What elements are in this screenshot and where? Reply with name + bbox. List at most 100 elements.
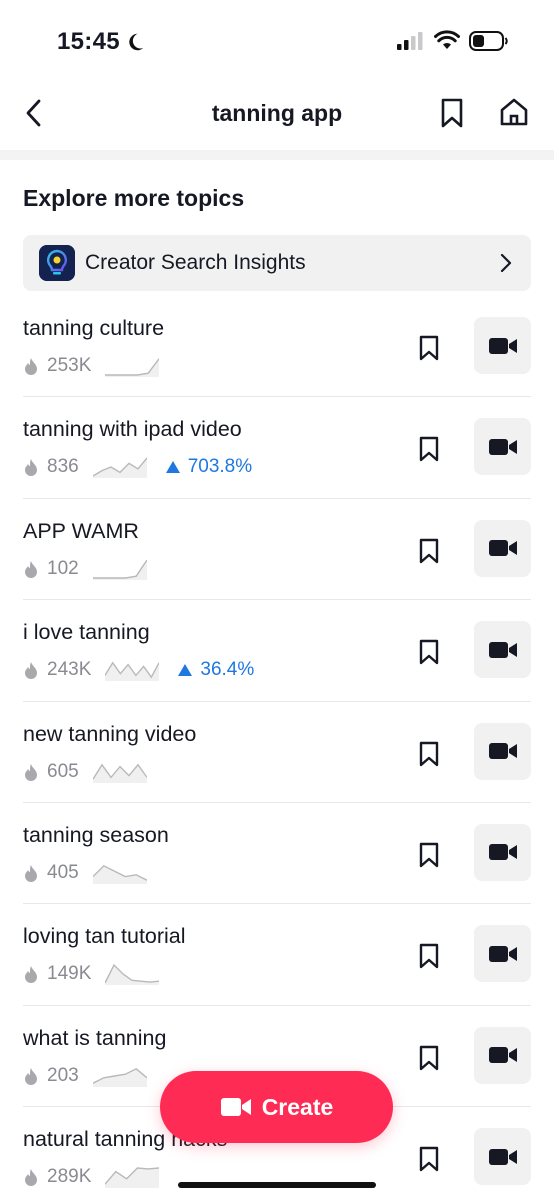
view-count: 405 (47, 861, 79, 883)
video-camera-icon (488, 1148, 517, 1165)
video-camera-icon (488, 1047, 517, 1064)
bookmark-topic-button[interactable] (416, 434, 442, 464)
trend-sparkline (105, 964, 160, 986)
bookmark-search-button[interactable] (436, 95, 468, 131)
flame-icon (25, 864, 37, 882)
wifi-icon (434, 30, 460, 49)
moon-icon (129, 33, 144, 51)
bookmark-topic-button[interactable] (416, 536, 442, 566)
video-camera-icon (488, 337, 517, 354)
topic-row[interactable]: i love tanning 243K 36.4% (23, 600, 531, 702)
flame-icon (25, 1067, 37, 1085)
flame-icon (25, 662, 37, 680)
view-count: 253K (47, 355, 92, 376)
chevron-right-icon (500, 253, 512, 273)
signal-icon (397, 32, 423, 50)
sparkline-area (105, 358, 160, 377)
bookmark-topic-button[interactable] (416, 1144, 442, 1174)
create-label: Create (261, 1093, 334, 1120)
topic-title: tanning culture (23, 316, 165, 340)
bookmark-icon (419, 335, 439, 361)
trend-sparkline (92, 763, 147, 783)
top-nav: tanning app (0, 82, 554, 146)
section-title: Explore more topics (23, 185, 245, 211)
trend-percent: 36.4% (200, 659, 255, 681)
flame-icon (25, 763, 37, 781)
bookmark-topic-button[interactable] (416, 637, 442, 667)
view-count: 203 (47, 1064, 79, 1086)
bookmark-topic-button[interactable] (416, 1043, 442, 1073)
bookmark-icon (419, 1045, 439, 1070)
view-count: 605 (47, 760, 79, 782)
topic-title: APP WAMR (23, 518, 139, 543)
trend-sparkline (92, 559, 147, 580)
create-button[interactable]: Create (160, 1071, 393, 1143)
bookmark-icon (419, 1146, 439, 1172)
topic-meta: 243K 36.4% (23, 658, 254, 682)
video-camera-icon (488, 641, 517, 658)
bookmark-topic-button[interactable] (416, 333, 442, 363)
create-video-button[interactable] (474, 317, 531, 374)
insights-label: Creator Search Insights (85, 251, 306, 274)
bookmark-topic-button[interactable] (416, 840, 442, 870)
creator-search-insights-button[interactable]: Creator Search Insights (23, 235, 531, 291)
trend-sparkline (92, 457, 147, 479)
view-count: 836 (47, 456, 79, 478)
create-video-button[interactable] (474, 519, 531, 577)
topic-meta: 605 (23, 760, 165, 784)
trend-sparkline (105, 358, 160, 377)
view-count: 102 (47, 557, 79, 579)
video-camera-icon (488, 540, 517, 557)
topic-row[interactable]: new tanning video 605 (23, 702, 531, 803)
bookmark-topic-button[interactable] (416, 941, 442, 971)
status-time: 15:45 (57, 28, 120, 55)
bookmark-icon (419, 538, 439, 563)
battery-icon (469, 31, 508, 51)
topic-meta: 149K (23, 962, 177, 986)
trend-change: 36.4% (177, 659, 254, 681)
create-video-button[interactable] (474, 823, 531, 881)
view-count: 289K (47, 1166, 92, 1188)
video-camera-icon (488, 743, 517, 760)
topic-row[interactable]: APP WAMR 102 (23, 499, 531, 601)
bookmark-icon (419, 741, 439, 766)
create-video-button[interactable] (474, 1128, 531, 1186)
bookmark-icon (419, 437, 439, 462)
topic-row[interactable]: tanning with ipad video 836 703.8% (23, 397, 531, 499)
flame-icon (25, 560, 37, 578)
trend-sparkline (105, 661, 160, 682)
video-camera-icon (488, 945, 517, 962)
topic-row[interactable]: tanning culture 253K (23, 296, 531, 398)
create-video-button[interactable] (474, 925, 531, 983)
view-count: 243K (47, 659, 92, 681)
trend-sparkline (92, 864, 147, 884)
create-video-button[interactable] (474, 1026, 531, 1084)
create-video-button[interactable] (474, 621, 531, 679)
topic-row[interactable]: loving tan tutorial 149K (23, 904, 531, 1006)
bookmark-icon (419, 639, 439, 665)
home-indicator (178, 1182, 376, 1188)
lightbulb-icon (39, 245, 75, 281)
create-video-button[interactable] (474, 722, 531, 780)
topic-title: tanning with ipad video (23, 417, 242, 442)
create-video-button[interactable] (474, 418, 531, 476)
topic-meta: 102 (23, 557, 165, 581)
video-camera-icon (488, 844, 517, 861)
topic-title: new tanning video (23, 721, 197, 746)
flame-icon (25, 966, 37, 984)
bookmark-icon (441, 98, 463, 128)
topic-meta: 253K (23, 354, 177, 378)
trend-change: 703.8% (165, 456, 252, 478)
bookmark-topic-button[interactable] (416, 739, 442, 769)
video-camera-icon (488, 438, 517, 455)
topic-list: tanning culture 253K tanning with ipad v… (0, 296, 554, 1200)
trend-sparkline (105, 1167, 160, 1189)
triangle-up-icon (178, 664, 193, 677)
sparkline-area (105, 1168, 160, 1189)
topic-row[interactable]: tanning season 405 (23, 803, 531, 905)
video-camera-icon (220, 1098, 251, 1116)
home-button[interactable] (496, 94, 532, 130)
topic-meta: 203 (23, 1064, 165, 1088)
topic-meta: 836 703.8% (23, 455, 252, 479)
header-divider (0, 150, 554, 160)
